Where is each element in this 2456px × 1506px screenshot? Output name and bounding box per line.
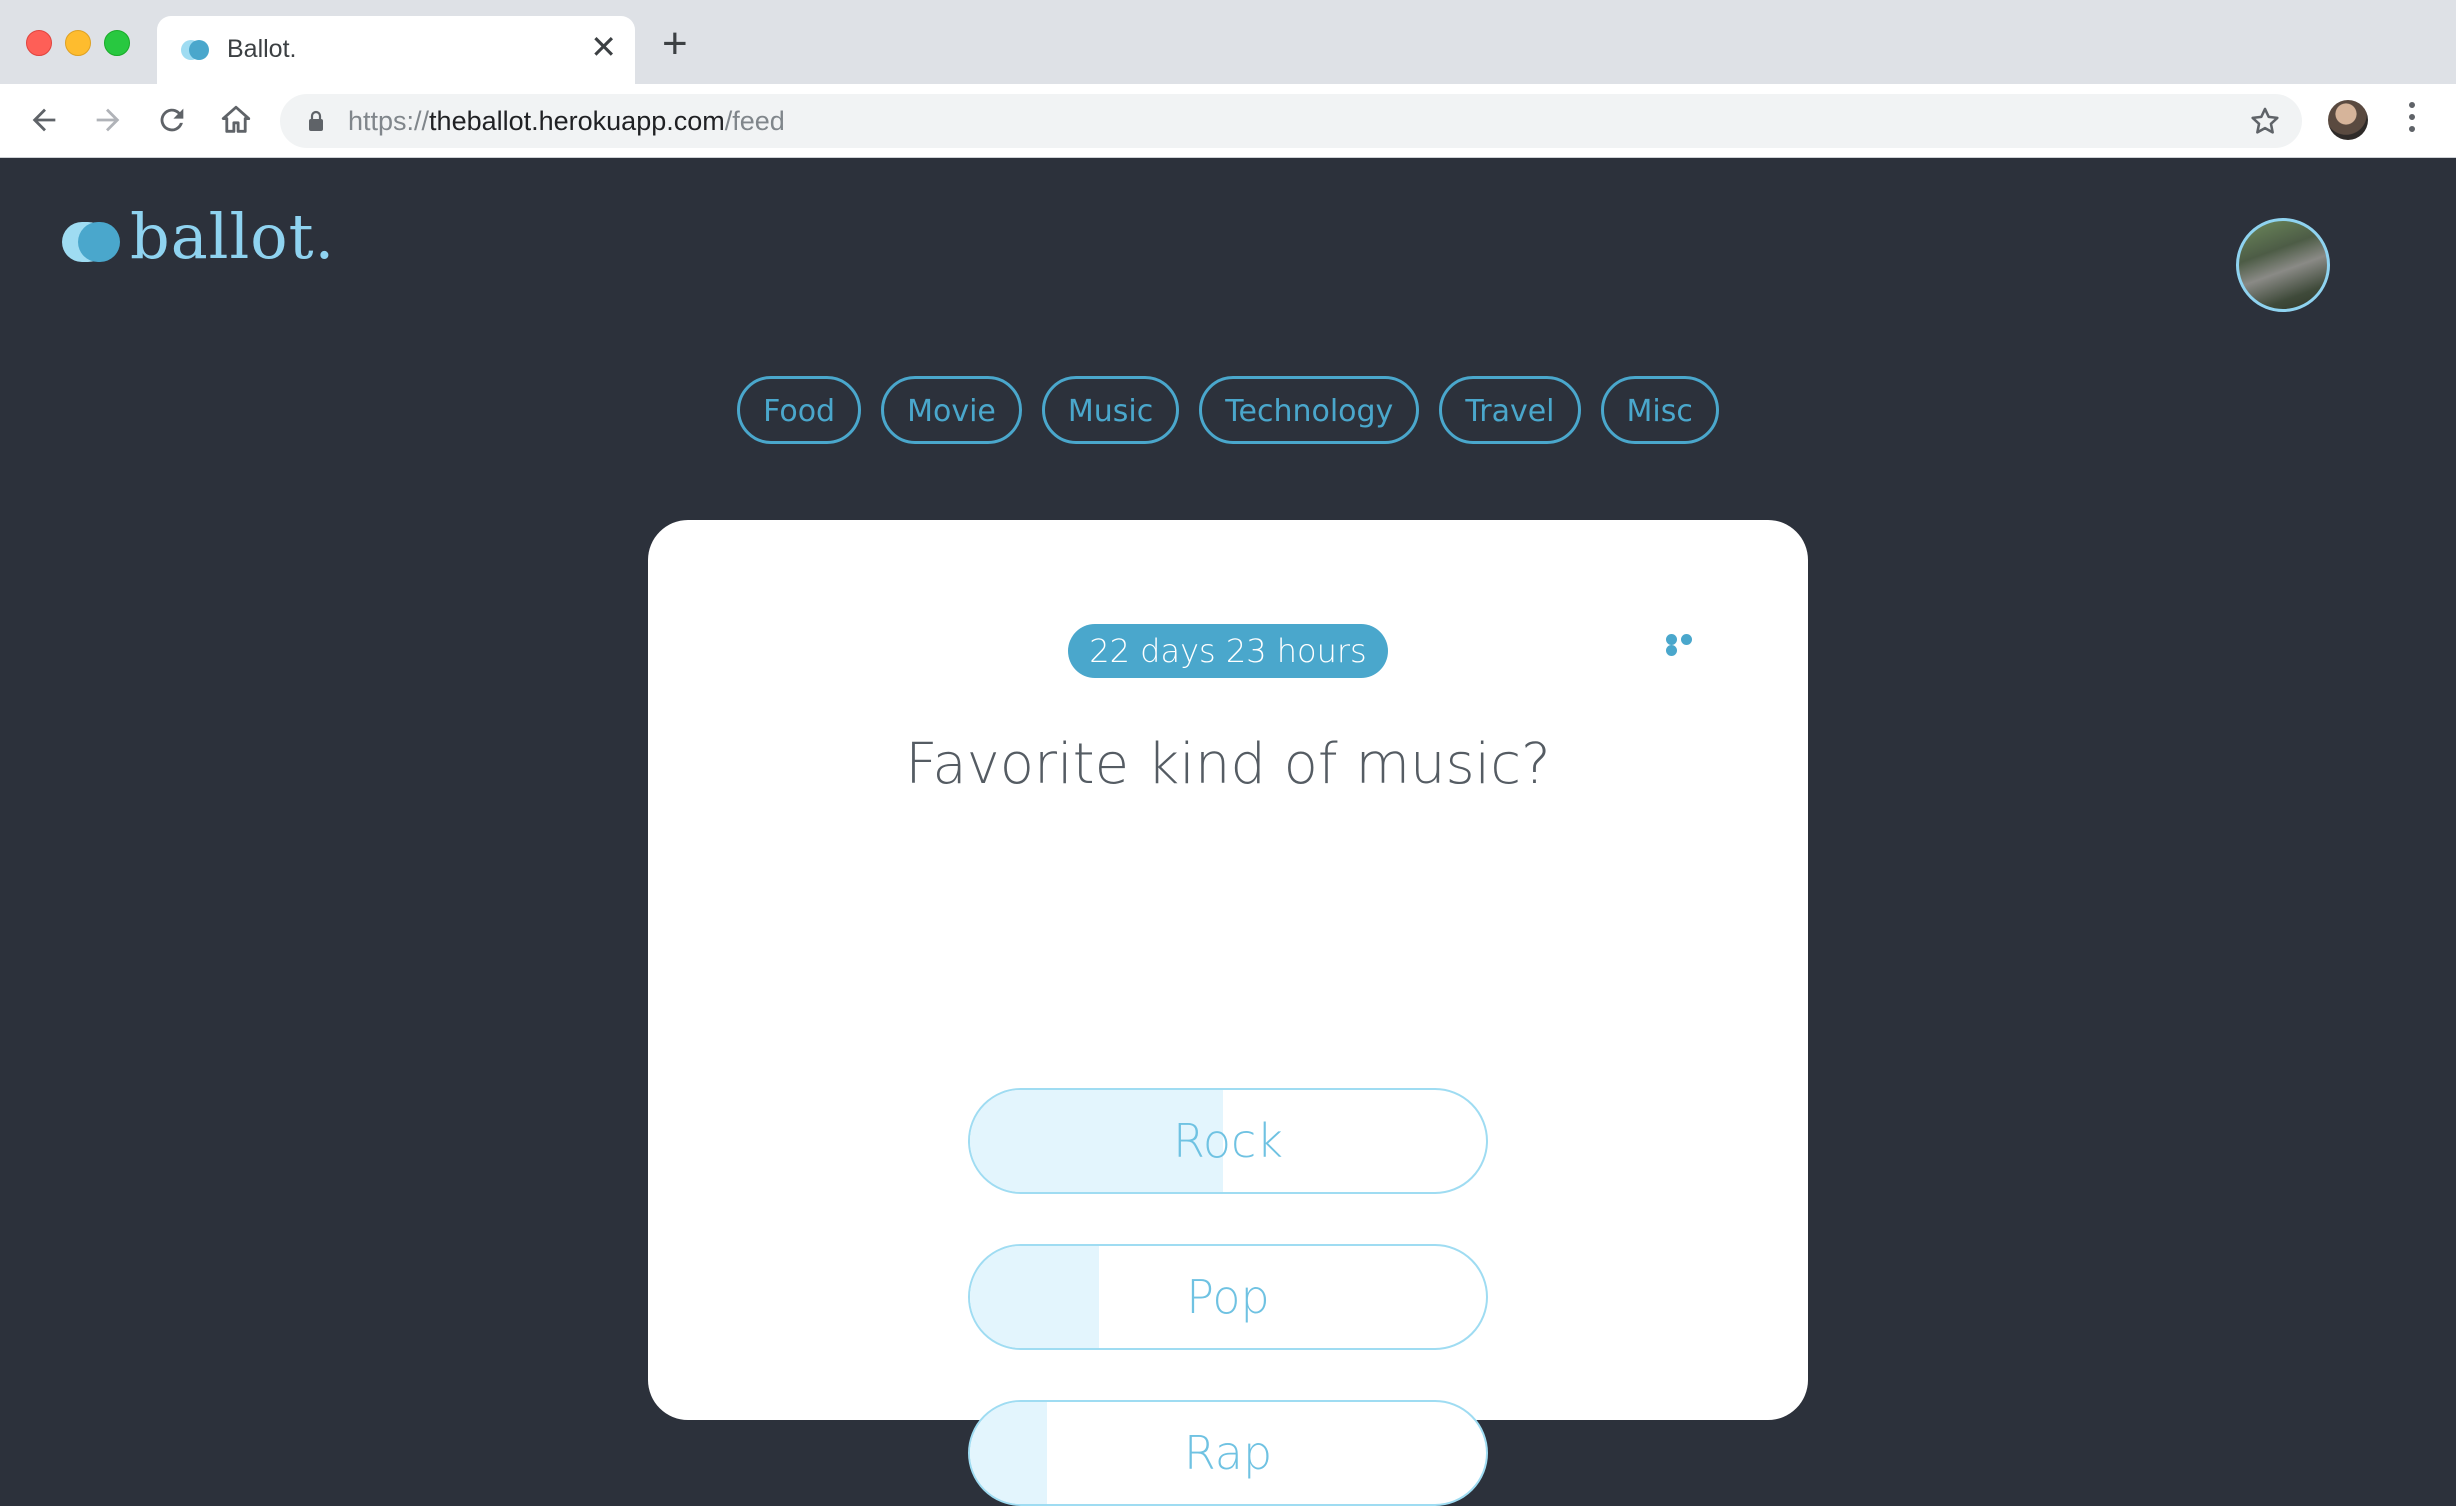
tab-strip: Ballot. ✕ + — [0, 0, 2456, 84]
poll-option-label: Pop — [1186, 1270, 1270, 1324]
browser-tab-active[interactable]: Ballot. ✕ — [157, 16, 635, 84]
category-technology[interactable]: Technology — [1199, 376, 1420, 444]
back-icon[interactable] — [24, 100, 64, 140]
browser-menu-icon[interactable] — [2406, 102, 2418, 138]
poll-option-label: Rap — [1183, 1426, 1273, 1480]
logo-text: ballot. — [130, 200, 336, 273]
browser-chrome: Ballot. ✕ + https://theballot.herokuapp.… — [0, 0, 2456, 158]
home-icon[interactable] — [216, 100, 256, 140]
category-movie[interactable]: Movie — [881, 376, 1022, 444]
reload-icon[interactable] — [152, 100, 192, 140]
app-page: ballot. Food Movie Music Technology Trav… — [0, 158, 2456, 1506]
category-food[interactable]: Food — [737, 376, 862, 444]
favicon-icon — [181, 40, 211, 60]
tab-title: Ballot. — [227, 35, 297, 63]
browser-profile-avatar[interactable] — [2328, 100, 2368, 140]
poll-option-rap[interactable]: Rap — [968, 1400, 1488, 1506]
logo-mark-icon-overlay — [78, 222, 120, 262]
forward-icon[interactable] — [88, 100, 128, 140]
minimize-window-button[interactable] — [65, 30, 91, 56]
poll-option-label: Rock — [1173, 1114, 1283, 1168]
more-options-icon[interactable] — [1666, 634, 1710, 656]
close-tab-icon[interactable]: ✕ — [590, 31, 617, 63]
category-travel[interactable]: Travel — [1439, 376, 1581, 444]
address-bar[interactable]: https://theballot.herokuapp.com/feed — [280, 94, 2302, 148]
time-remaining-badge: 22 days 23 hours — [1068, 624, 1388, 678]
poll-option-pop[interactable]: Pop — [968, 1244, 1488, 1350]
category-filter-bar: Food Movie Music Technology Travel Misc — [0, 376, 2456, 444]
url-scheme: https:// — [348, 106, 430, 136]
browser-toolbar: https://theballot.herokuapp.com/feed — [0, 84, 2456, 158]
poll-question: Favorite kind of music? — [905, 732, 1551, 797]
new-tab-icon[interactable]: + — [662, 22, 688, 66]
poll-card: 22 days 23 hours Favorite kind of music?… — [648, 520, 1808, 1506]
url-text: https://theballot.herokuapp.com/feed — [348, 106, 785, 137]
url-host: theballot.herokuapp.com — [429, 106, 725, 136]
user-avatar[interactable] — [2236, 218, 2330, 312]
category-music[interactable]: Music — [1041, 376, 1180, 444]
category-misc[interactable]: Misc — [1600, 376, 1719, 444]
url-path: /feed — [724, 106, 785, 136]
maximize-window-button[interactable] — [104, 30, 130, 56]
poll-option-rock[interactable]: Rock — [968, 1088, 1488, 1194]
lock-icon — [309, 110, 323, 131]
bookmark-star-icon[interactable] — [2248, 104, 2282, 138]
close-window-button[interactable] — [26, 30, 52, 56]
